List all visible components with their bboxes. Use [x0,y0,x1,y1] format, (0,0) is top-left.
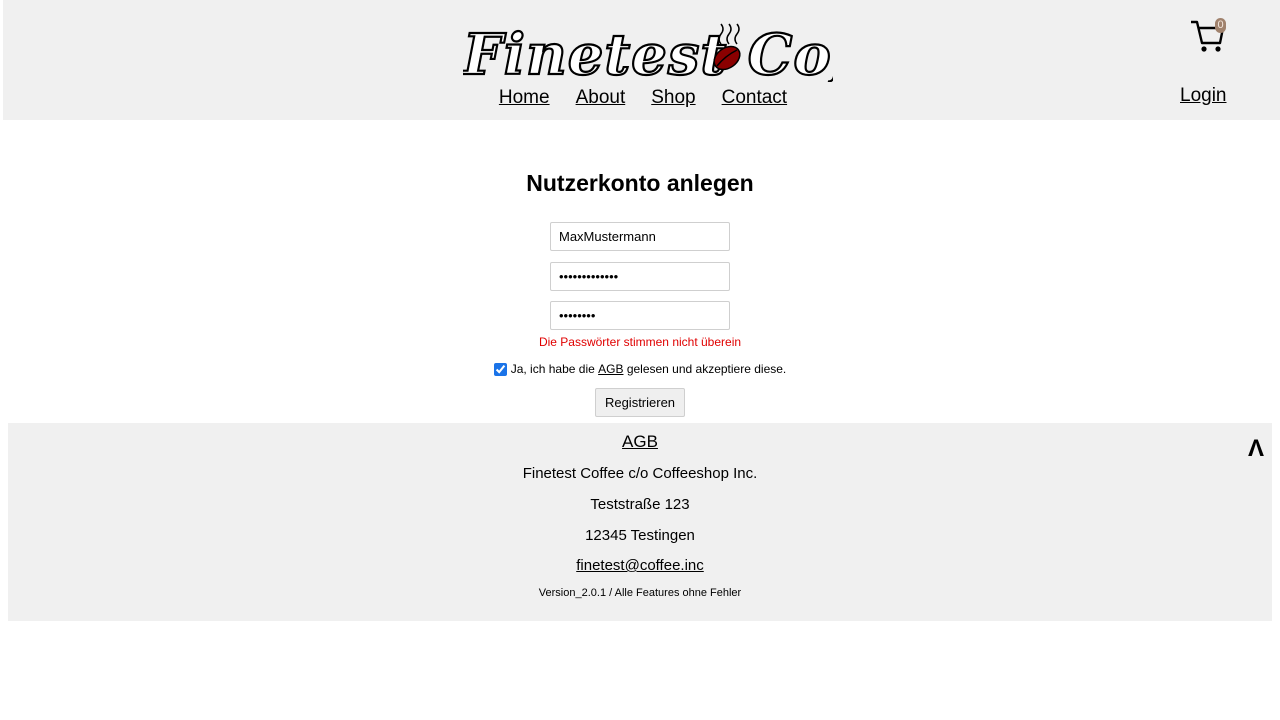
login-link[interactable]: Login [1180,85,1227,107]
footer-company: Finetest Coffee c/o Coffeeshop Inc. [522,465,758,482]
agb-checkbox[interactable] [493,362,507,376]
nav-contact[interactable]: Contact [722,87,787,109]
cart-button[interactable]: 0 [1189,16,1229,58]
nav-about[interactable]: About [576,87,626,109]
footer-agb-link[interactable]: AGB [8,432,1272,452]
footer-email-link[interactable]: finetest@coffee.inc [8,557,1272,574]
logo-graphic: Finetest Coffee [463,21,833,82]
footer-version: Version_2.0.1 / Alle Features ohne Fehle… [538,587,742,599]
username-field[interactable] [550,222,730,251]
agb-consent: Ja, ich habe die AGB gelesen und akzepti… [0,362,1280,376]
password-mismatch-error: Die Passwörter stimmen nicht überein [538,335,742,349]
password-field[interactable] [550,262,730,291]
scroll-to-top-icon[interactable]: Λ [1245,437,1267,461]
agb-link[interactable]: AGB [598,362,623,376]
register-button[interactable]: Registrieren [595,388,685,417]
logo-text: Finetest Coffee [463,22,833,82]
agb-suffix: gelesen und akzeptiere diese. [626,362,787,376]
footer-street: Teststraße 123 [590,496,690,513]
page-title: Nutzerkonto anlegen [526,170,754,196]
site-footer: AGB Finetest Coffee c/o Coffeeshop Inc. … [8,423,1272,621]
footer-city: 12345 Testingen [585,527,695,544]
password-repeat-field[interactable] [550,301,730,330]
agb-prefix: Ja, ich habe die [510,362,595,376]
nav-home[interactable]: Home [499,87,550,109]
main-nav: Home About Shop Contact [3,87,1280,109]
cart-count-badge: 0 [1215,18,1226,33]
nav-shop[interactable]: Shop [651,87,695,109]
logo[interactable]: Finetest Coffee [463,18,833,82]
site-header: Finetest Coffee Home About Shop Contact … [3,0,1280,120]
